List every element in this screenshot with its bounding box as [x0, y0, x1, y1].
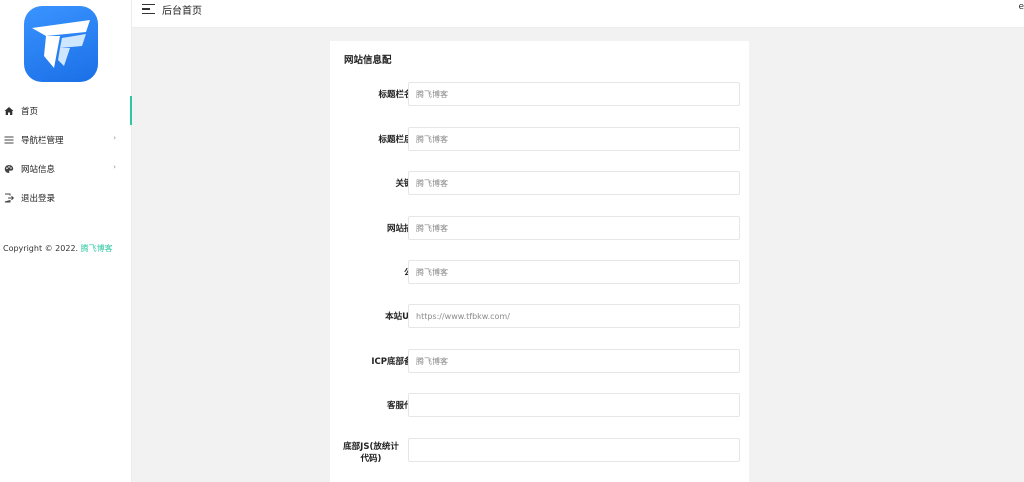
sidebar-item-label: 退出登录: [21, 193, 56, 204]
form-row-description: 网站描述: [330, 216, 749, 240]
sidebar-item-label: 首页: [21, 106, 39, 117]
header-right-item[interactable]: e: [1018, 2, 1024, 12]
sidebar: 首页 导航栏管理 › 网站信息 › 退出登录 Copyright © 2022.…: [0, 0, 132, 482]
sidebar-nav: 首页 导航栏管理 › 网站信息 › 退出登录: [0, 96, 132, 212]
copyright-text: Copyright © 2022.: [3, 244, 79, 253]
list-icon: [3, 134, 15, 146]
site-logo[interactable]: [24, 6, 98, 82]
top-bar: 后台首页 e: [132, 0, 1024, 28]
page-title: 后台首页: [162, 6, 202, 17]
site-title-input[interactable]: [408, 82, 740, 106]
chevron-right-icon: ›: [113, 134, 116, 142]
logo-mark: [32, 20, 90, 68]
palette-icon: [3, 163, 15, 175]
copyright-brand-link[interactable]: 腾飞博客: [81, 244, 113, 253]
form-title: 网站信息配: [344, 55, 392, 66]
form-row-service-code: 客服代码: [330, 393, 749, 417]
sidebar-item-home[interactable]: 首页: [0, 96, 132, 125]
description-input[interactable]: [408, 216, 740, 240]
service-code-input[interactable]: [408, 393, 740, 417]
chevron-right-icon: ›: [113, 163, 116, 171]
form-row-site-title: 标题栏名称: [330, 82, 749, 106]
sidebar-item-nav-manage[interactable]: 导航栏管理 ›: [0, 125, 132, 154]
icp-input[interactable]: [408, 349, 740, 373]
notice-input[interactable]: [408, 260, 740, 284]
form-row-site-url: 本站URL: [330, 304, 749, 328]
copyright: Copyright © 2022. 腾飞博客: [3, 243, 113, 254]
sidebar-item-site-info[interactable]: 网站信息 ›: [0, 154, 132, 183]
form-row-icp: ICP底部备案: [330, 349, 749, 373]
field-label: 底部JS(放统计代码): [343, 442, 399, 464]
keywords-input[interactable]: [408, 171, 740, 195]
logout-icon: [3, 192, 15, 204]
site-info-form: 网站信息配 标题栏名称 标题栏后缀 关键字 网站描述 公告 本站URL ICP底…: [330, 41, 749, 482]
form-row-notice: 公告: [330, 260, 749, 284]
footer-js-input[interactable]: [408, 438, 740, 462]
form-row-title-suffix: 标题栏后缀: [330, 127, 749, 151]
home-icon: [3, 105, 15, 117]
menu-toggle-icon[interactable]: [142, 2, 156, 16]
sidebar-item-logout[interactable]: 退出登录: [0, 183, 132, 212]
form-row-keywords: 关键字: [330, 171, 749, 195]
site-url-input[interactable]: [408, 304, 740, 328]
sidebar-item-label: 导航栏管理: [21, 135, 64, 146]
sidebar-item-label: 网站信息: [21, 164, 56, 175]
form-row-footer-js: 底部JS(放统计代码): [330, 438, 749, 464]
title-suffix-input[interactable]: [408, 127, 740, 151]
